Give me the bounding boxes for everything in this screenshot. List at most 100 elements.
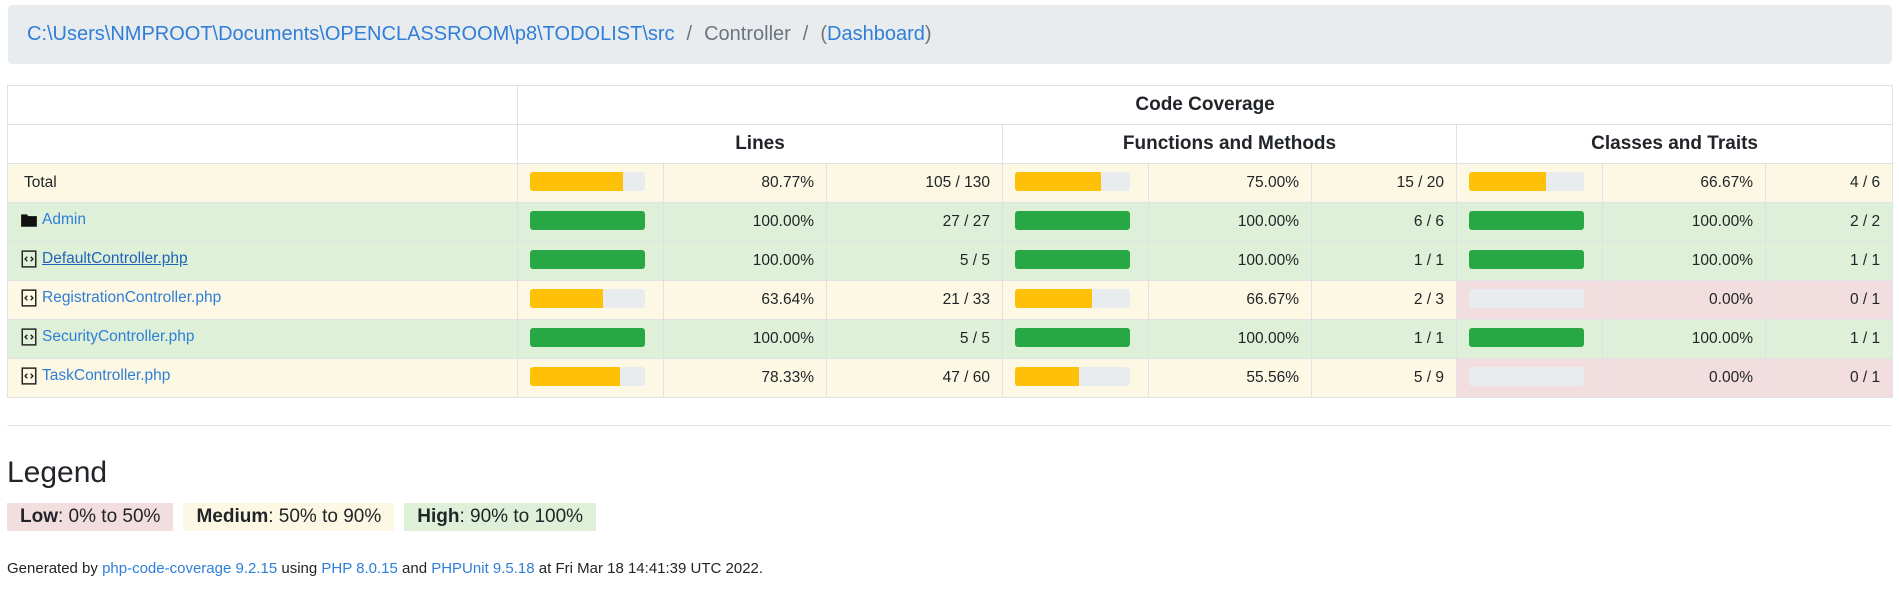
row-name-cell: Total [7, 163, 518, 203]
row-name-link[interactable]: RegistrationController.php [42, 289, 221, 307]
lines-progress-fill [530, 171, 623, 191]
table-row: Admin 100.00% 27 / 27 100.00% 6 / 6 100.00% 2 … [7, 202, 1894, 242]
classes-percent: 100.00% [1602, 202, 1766, 242]
classes-percent: 100.00% [1602, 241, 1766, 281]
lines-bar-cell [517, 202, 664, 242]
classes-bar-cell [1456, 202, 1603, 242]
legend-low-label: Low [20, 506, 58, 527]
footer-using: using [277, 560, 322, 577]
breadcrumb-src-link[interactable]: C:\Users\NMPROOT\Documents\OPENCLASSROOM… [27, 23, 675, 46]
classes-progress-fill [1469, 210, 1584, 230]
phpunit-link[interactable]: PHPUnit 9.5.18 [431, 560, 534, 577]
lines-progress-fill [530, 366, 621, 386]
breadcrumb: C:\Users\NMPROOT\Documents\OPENCLASSROOM… [8, 5, 1892, 64]
methods-progress-bar [1015, 366, 1130, 386]
legend-high: High: 90% to 100% [404, 503, 597, 531]
row-name-cell: Admin [7, 202, 518, 242]
table-row: TaskController.php 78.33% 47 / 60 55.56% 5 /… [7, 358, 1894, 398]
lines-progress-bar [530, 327, 645, 347]
methods-progress-bar [1015, 288, 1130, 308]
methods-progress-bar [1015, 210, 1130, 230]
legend-medium-range: : 50% to 90% [268, 506, 382, 527]
code-file-icon [20, 327, 38, 346]
methods-percent: 66.67% [1148, 280, 1312, 320]
breadcrumb-separator: / [686, 23, 693, 45]
methods-bar-cell [1002, 319, 1149, 359]
table-row: Total 80.77% 105 / 130 75.00% 15 / 20 66.67% 4… [7, 163, 1894, 203]
row-name-link[interactable]: DefaultController.php [42, 250, 188, 268]
lines-count: 105 / 130 [826, 163, 1003, 203]
lines-count: 5 / 5 [826, 241, 1003, 281]
row-name-link[interactable]: SecurityController.php [42, 328, 195, 346]
php-link[interactable]: PHP 8.0.15 [321, 560, 397, 577]
breadcrumb-current: Controller [704, 23, 791, 45]
lines-progress-fill [530, 210, 645, 230]
legend-high-label: High [417, 506, 460, 527]
methods-count: 6 / 6 [1311, 202, 1457, 242]
classes-bar-cell [1456, 319, 1603, 359]
footer-divider [7, 425, 1892, 426]
lines-count: 5 / 5 [826, 319, 1003, 359]
methods-progress-fill [1015, 366, 1079, 386]
row-name-label: Total [24, 174, 57, 191]
lines-progress-bar [530, 171, 645, 191]
lines-count: 27 / 27 [826, 202, 1003, 242]
methods-progress-bar [1015, 249, 1130, 269]
lines-progress-bar [530, 366, 645, 386]
methods-percent: 75.00% [1148, 163, 1312, 203]
lines-percent: 78.33% [663, 358, 827, 398]
classes-progress-fill [1469, 249, 1584, 269]
lines-progress-fill [530, 288, 604, 308]
lines-progress-fill [530, 327, 645, 347]
code-file-icon [20, 288, 38, 307]
legend-low: Low: 0% to 50% [7, 503, 174, 531]
legend-medium-label: Medium [196, 506, 269, 527]
methods-progress-fill [1015, 327, 1130, 347]
methods-count: 15 / 20 [1311, 163, 1457, 203]
php-code-coverage-link[interactable]: php-code-coverage 9.2.15 [102, 560, 277, 577]
lines-bar-cell [517, 358, 664, 398]
methods-progress-bar [1015, 327, 1130, 347]
code-file-icon [20, 366, 38, 385]
lines-bar-cell [517, 319, 664, 359]
lines-header: Lines [517, 124, 1003, 164]
row-name-link[interactable]: TaskController.php [42, 367, 170, 385]
methods-bar-cell [1002, 241, 1149, 281]
methods-progress-fill [1015, 210, 1130, 230]
table-row: DefaultController.php 100.00% 5 / 5 100.00%… [7, 241, 1894, 281]
methods-percent: 100.00% [1148, 319, 1312, 359]
row-name-cell: TaskController.php [7, 358, 518, 398]
methods-count: 1 / 1 [1311, 241, 1457, 281]
lines-progress-bar [530, 249, 645, 269]
methods-bar-cell [1002, 280, 1149, 320]
breadcrumb-separator: / [802, 23, 809, 45]
legend-high-range: : 90% to 100% [459, 506, 584, 527]
methods-progress-fill [1015, 171, 1102, 191]
methods-percent: 100.00% [1148, 241, 1312, 281]
lines-bar-cell [517, 241, 664, 281]
row-name-cell: SecurityController.php [7, 319, 518, 359]
row-name-cell: DefaultController.php [7, 241, 518, 281]
table-row: SecurityController.php 100.00% 5 / 5 100.00… [7, 319, 1894, 359]
table-row: RegistrationController.php 63.64% 21 / 33 6… [7, 280, 1894, 320]
code-coverage-header: Code Coverage [516, 85, 1894, 125]
classes-percent: 0.00% [1602, 280, 1766, 320]
classes-percent: 66.67% [1602, 163, 1766, 203]
row-name-link[interactable]: Admin [42, 211, 86, 229]
classes-progress-fill [1469, 171, 1546, 191]
lines-count: 47 / 60 [826, 358, 1003, 398]
classes-bar-cell [1456, 280, 1603, 320]
classes-bar-cell [1456, 358, 1603, 398]
classes-progress-fill [1469, 327, 1584, 347]
header-empty-cell [7, 85, 518, 125]
lines-bar-cell [517, 163, 664, 203]
row-name-cell: RegistrationController.php [7, 280, 518, 320]
lines-progress-bar [530, 210, 645, 230]
classes-count: 4 / 6 [1764, 163, 1894, 203]
methods-percent: 55.56% [1148, 358, 1312, 398]
methods-count: 1 / 1 [1311, 319, 1457, 359]
methods-count: 5 / 9 [1311, 358, 1457, 398]
classes-percent: 100.00% [1602, 319, 1766, 359]
methods-progress-bar [1015, 171, 1130, 191]
breadcrumb-dashboard-link[interactable]: Dashboard [827, 23, 925, 46]
